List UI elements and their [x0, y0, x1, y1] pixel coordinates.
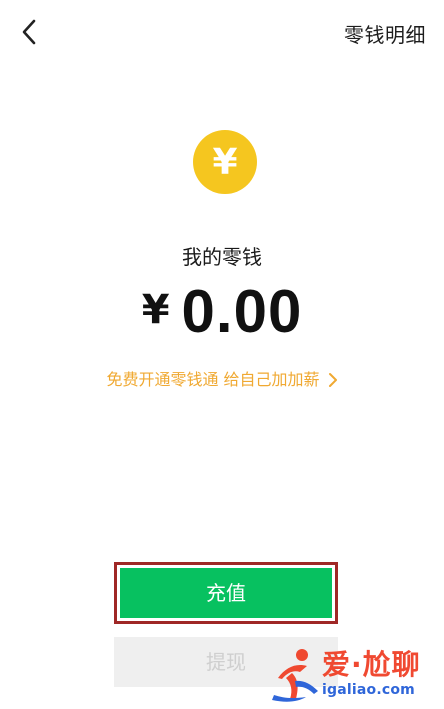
coin-symbol: ¥ [212, 142, 238, 183]
promo-link[interactable]: 免费开通零钱通 给自己加加薪 [0, 369, 444, 391]
runner-logo-icon [268, 643, 324, 707]
top-bar: 零钱明细 [0, 0, 444, 70]
currency-symbol: ¥ [141, 287, 170, 333]
chevron-left-icon [19, 18, 41, 50]
watermark-site: igaliao.com [322, 682, 415, 698]
back-button[interactable] [14, 18, 46, 50]
wallet-screen: 零钱明细 ¥ 我的零钱 ¥ 0.00 免费开通零钱通 给自己加加薪 充值 提现 [0, 0, 444, 709]
balance-amount-row: ¥ 0.00 [0, 282, 444, 342]
recharge-highlight-box: 充值 [114, 562, 338, 624]
balance-label: 我的零钱 [182, 245, 262, 269]
chevron-right-icon [328, 372, 338, 388]
recharge-button[interactable]: 充值 [120, 568, 332, 618]
promo-text: 免费开通零钱通 给自己加加薪 [106, 370, 320, 389]
yuan-coin-icon: ¥ [193, 130, 257, 194]
balance-amount: 0.00 [181, 278, 303, 345]
change-details-link[interactable]: 零钱明细 [344, 22, 426, 48]
watermark-title: 爱·尬聊 [322, 648, 421, 681]
watermark: 爱·尬聊 igaliao.com [268, 643, 436, 707]
